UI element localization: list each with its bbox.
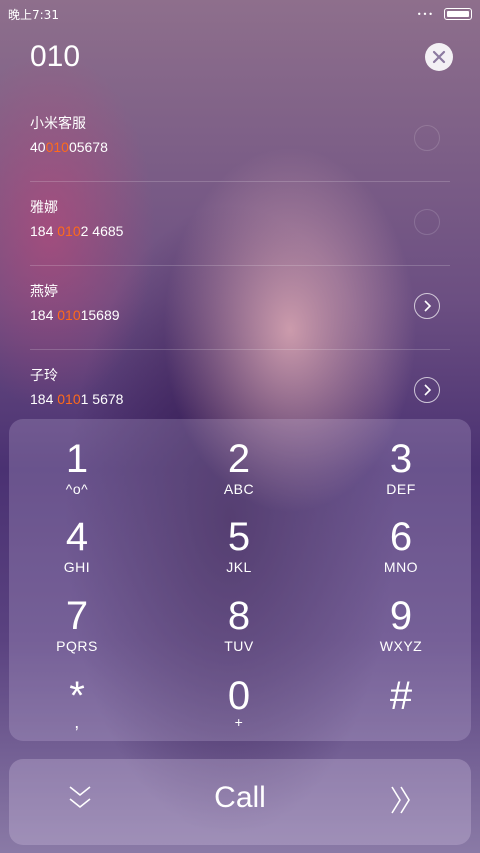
- contact-detail-button[interactable]: [414, 209, 440, 235]
- matched-digits: 010: [57, 391, 81, 407]
- signal-dots: •••: [416, 10, 434, 19]
- key-hash[interactable]: #: [331, 664, 471, 744]
- key-0[interactable]: 0 +: [169, 664, 309, 744]
- contact-detail-button[interactable]: [414, 377, 440, 403]
- key-6[interactable]: 6 MNO: [331, 505, 471, 585]
- contact-number: 4001005678: [30, 139, 108, 155]
- keypad: 1 ^o^ 2 ABC 3 DEF 4 GHI 5 JKL 6 MNO 7 PQRS 8 TUV…: [9, 419, 471, 741]
- contact-row[interactable]: 小米客服 4001005678: [30, 97, 450, 182]
- key-1[interactable]: 1 ^o^: [7, 427, 147, 507]
- matched-digits: 010: [45, 139, 69, 155]
- close-button[interactable]: [425, 43, 453, 71]
- call-bar: Call: [9, 759, 471, 845]
- status-bar: 晚上7:31 •••: [0, 0, 480, 28]
- contact-name: 小米客服: [30, 116, 86, 132]
- key-7[interactable]: 7 PQRS: [7, 584, 147, 664]
- double-chevron-right-icon: [391, 786, 410, 814]
- contact-detail-button[interactable]: [414, 125, 440, 151]
- contact-name: 燕婷: [30, 284, 58, 300]
- key-3[interactable]: 3 DEF: [331, 427, 471, 507]
- contact-number: 184 01015689: [30, 307, 120, 323]
- contact-name: 雅娜: [30, 200, 58, 216]
- close-icon: [432, 50, 446, 64]
- dialed-number: 010: [30, 40, 81, 73]
- contact-number: 184 0101 5678: [30, 391, 124, 407]
- key-4[interactable]: 4 GHI: [7, 505, 147, 585]
- chevron-right-icon: [424, 384, 432, 396]
- matched-digits: 010: [57, 223, 81, 239]
- forward-button[interactable]: [387, 783, 417, 817]
- key-2[interactable]: 2 ABC: [169, 427, 309, 507]
- chevron-right-icon: [424, 300, 432, 312]
- key-5[interactable]: 5 JKL: [169, 505, 309, 585]
- contact-row[interactable]: 雅娜 184 0102 4685: [30, 181, 450, 266]
- contact-number: 184 0102 4685: [30, 223, 124, 239]
- key-8[interactable]: 8 TUV: [169, 584, 309, 664]
- contact-name: 子玲: [30, 368, 58, 384]
- battery-icon: [444, 8, 472, 20]
- matched-digits: 010: [57, 307, 81, 323]
- key-9[interactable]: 9 WXYZ: [331, 584, 471, 664]
- key-star[interactable]: *,: [7, 664, 147, 744]
- contact-row[interactable]: 燕婷 184 01015689: [30, 265, 450, 350]
- contact-detail-button[interactable]: [414, 293, 440, 319]
- status-time: 晚上7:31: [8, 8, 59, 22]
